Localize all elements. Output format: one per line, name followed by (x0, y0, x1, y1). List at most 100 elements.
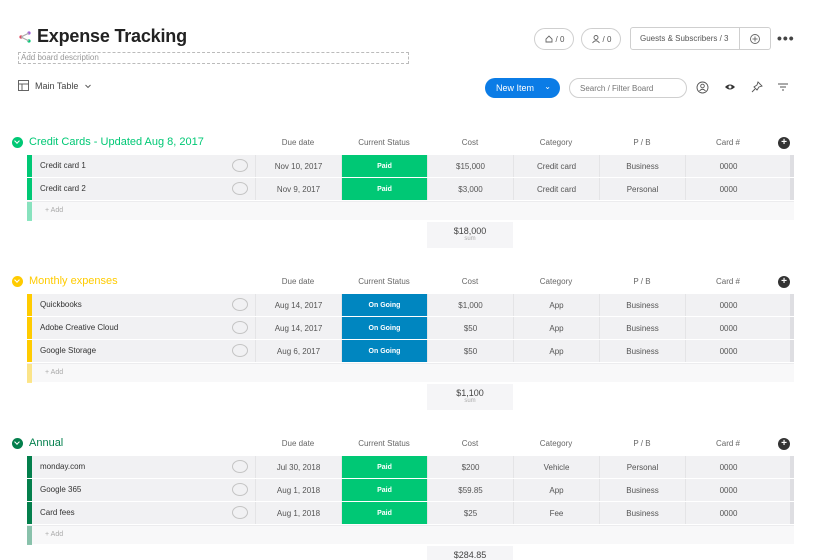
add-item-row[interactable]: + Add (27, 201, 794, 221)
cell-pb[interactable]: Personal (599, 456, 685, 478)
column-header-due[interactable]: Due date (255, 439, 341, 448)
cell-card[interactable]: 0000 (685, 294, 771, 316)
guests-subscribers-button[interactable]: Guests & Subscribers / 3 (630, 27, 771, 50)
cell-pb[interactable]: Business (599, 294, 685, 316)
cell-cost[interactable]: $3,000 (427, 178, 513, 200)
activity-button[interactable]: / 0 (534, 28, 574, 50)
cell-cost[interactable]: $200 (427, 456, 513, 478)
column-header-category[interactable]: Category (513, 277, 599, 286)
comment-bubble-icon[interactable] (232, 460, 248, 473)
table-row[interactable]: Card fees Aug 1, 2018 Paid $25 Fee Business 00… (27, 502, 794, 524)
status-badge[interactable]: On Going (341, 340, 427, 362)
status-badge[interactable]: On Going (341, 294, 427, 316)
group-title[interactable]: Annual (29, 437, 63, 449)
cell-pb[interactable]: Business (599, 479, 685, 501)
chevron-down-icon[interactable]: ⌄ (544, 82, 551, 91)
comment-bubble-icon[interactable] (232, 182, 248, 195)
cell-due[interactable]: Nov 10, 2017 (255, 155, 341, 177)
eye-icon[interactable] (723, 80, 737, 94)
column-header-status[interactable]: Current Status (341, 277, 427, 286)
table-row[interactable]: Google 365 Aug 1, 2018 Paid $59.85 App Busine… (27, 479, 794, 501)
cell-category[interactable]: App (513, 479, 599, 501)
collapse-group-icon[interactable] (12, 276, 23, 287)
board-title[interactable]: Expense Tracking (37, 26, 187, 47)
person-filter-icon[interactable] (695, 80, 709, 94)
cell-category[interactable]: App (513, 317, 599, 339)
table-row[interactable]: Adobe Creative Cloud Aug 14, 2017 On Going… (27, 317, 794, 339)
cell-due[interactable]: Aug 1, 2018 (255, 502, 341, 524)
cell-cost[interactable]: $1,000 (427, 294, 513, 316)
cell-card[interactable]: 0000 (685, 155, 771, 177)
cell-category[interactable]: Vehicle (513, 456, 599, 478)
column-header-due[interactable]: Due date (255, 138, 341, 147)
column-header-pb[interactable]: P / B (599, 138, 685, 147)
cell-pb[interactable]: Personal (599, 178, 685, 200)
comment-bubble-icon[interactable] (232, 298, 248, 311)
cell-category[interactable]: Credit card (513, 178, 599, 200)
cell-cost[interactable]: $25 (427, 502, 513, 524)
comment-bubble-icon[interactable] (232, 159, 248, 172)
cell-due[interactable]: Aug 14, 2017 (255, 317, 341, 339)
status-badge[interactable]: Paid (341, 502, 427, 524)
item-name[interactable]: Quickbooks (40, 300, 82, 309)
cell-card[interactable]: 0000 (685, 340, 771, 362)
new-item-button[interactable]: New Item ⌄ (485, 78, 560, 98)
column-header-pb[interactable]: P / B (599, 439, 685, 448)
cell-category[interactable]: App (513, 340, 599, 362)
column-header-pb[interactable]: P / B (599, 277, 685, 286)
column-header-card[interactable]: Card # (685, 439, 771, 448)
status-badge[interactable]: Paid (341, 456, 427, 478)
cell-category[interactable]: Credit card (513, 155, 599, 177)
cell-cost[interactable]: $59.85 (427, 479, 513, 501)
cell-pb[interactable]: Business (599, 340, 685, 362)
comment-bubble-icon[interactable] (232, 344, 248, 357)
collapse-group-icon[interactable] (12, 137, 23, 148)
status-badge[interactable]: Paid (341, 178, 427, 200)
add-item-row[interactable]: + Add (27, 525, 794, 545)
cell-card[interactable]: 0000 (685, 317, 771, 339)
table-row[interactable]: Google Storage Aug 6, 2017 On Going $50 App B… (27, 340, 794, 362)
column-header-due[interactable]: Due date (255, 277, 341, 286)
cell-due[interactable]: Aug 6, 2017 (255, 340, 341, 362)
status-badge[interactable]: Paid (341, 479, 427, 501)
add-column-icon[interactable]: + (778, 276, 790, 288)
column-header-status[interactable]: Current Status (341, 138, 427, 147)
collapse-group-icon[interactable] (12, 438, 23, 449)
item-name[interactable]: monday.com (40, 462, 85, 471)
cell-due[interactable]: Jul 30, 2018 (255, 456, 341, 478)
add-column-icon[interactable]: + (778, 438, 790, 450)
cell-category[interactable]: Fee (513, 502, 599, 524)
cell-pb[interactable]: Business (599, 317, 685, 339)
cell-due[interactable]: Aug 14, 2017 (255, 294, 341, 316)
column-header-cost[interactable]: Cost (427, 138, 513, 147)
column-header-card[interactable]: Card # (685, 138, 771, 147)
table-row[interactable]: monday.com Jul 30, 2018 Paid $200 Vehicle Per… (27, 456, 794, 478)
cell-card[interactable]: 0000 (685, 502, 771, 524)
cell-card[interactable]: 0000 (685, 456, 771, 478)
table-row[interactable]: Credit card 2 Nov 9, 2017 Paid $3,000 Credit… (27, 178, 794, 200)
status-badge[interactable]: Paid (341, 155, 427, 177)
cell-card[interactable]: 0000 (685, 479, 771, 501)
cell-pb[interactable]: Business (599, 155, 685, 177)
members-button[interactable]: / 0 (581, 28, 621, 50)
cell-cost[interactable]: $50 (427, 340, 513, 362)
item-name[interactable]: Credit card 1 (40, 161, 86, 170)
comment-bubble-icon[interactable] (232, 506, 248, 519)
group-title[interactable]: Monthly expenses (29, 275, 118, 287)
item-name[interactable]: Adobe Creative Cloud (40, 323, 118, 332)
column-header-cost[interactable]: Cost (427, 439, 513, 448)
item-name[interactable]: Google 365 (40, 485, 81, 494)
sort-filter-icon[interactable] (776, 80, 790, 94)
cell-due[interactable]: Aug 1, 2018 (255, 479, 341, 501)
column-header-card[interactable]: Card # (685, 277, 771, 286)
column-header-category[interactable]: Category (513, 138, 599, 147)
add-item-row[interactable]: + Add (27, 363, 794, 383)
column-header-status[interactable]: Current Status (341, 439, 427, 448)
item-name[interactable]: Google Storage (40, 346, 96, 355)
cell-card[interactable]: 0000 (685, 178, 771, 200)
invite-icon[interactable] (740, 33, 770, 45)
share-icon[interactable] (18, 30, 32, 44)
board-description-field[interactable]: Add board description (18, 52, 409, 64)
item-name[interactable]: Credit card 2 (40, 184, 86, 193)
cell-category[interactable]: App (513, 294, 599, 316)
